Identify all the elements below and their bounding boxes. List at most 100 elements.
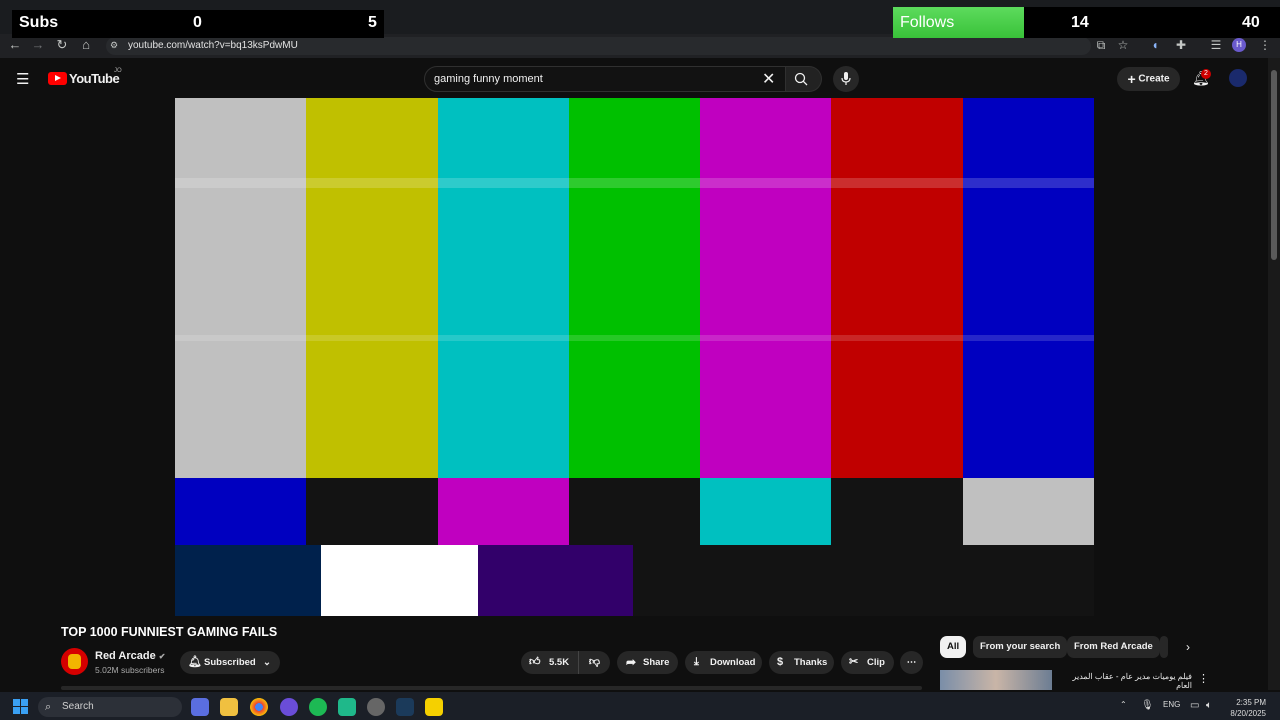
subs-current: 0 bbox=[193, 14, 202, 31]
spotify-icon[interactable] bbox=[309, 698, 327, 716]
thanks-icon: $ bbox=[777, 656, 784, 668]
hamburger-menu-icon[interactable]: ☰ bbox=[16, 70, 29, 88]
search-input[interactable]: gaming funny moment bbox=[424, 66, 786, 92]
profile-initial: H bbox=[1236, 40, 1242, 49]
site-info-icon[interactable]: ⚙ bbox=[110, 40, 118, 51]
network-icon[interactable]: ▭ bbox=[1190, 700, 1199, 711]
clear-search-icon[interactable]: ✕ bbox=[762, 69, 775, 89]
color-bar bbox=[568, 98, 702, 478]
language-indicator[interactable]: ENG bbox=[1163, 700, 1180, 709]
verified-icon: ✔ bbox=[158, 652, 166, 661]
color-bar bbox=[700, 98, 833, 478]
url-field[interactable]: youtube.com/watch?v=bq13ksPdwMU bbox=[106, 37, 1091, 55]
browser-menu-icon[interactable]: ⋮ bbox=[1256, 36, 1274, 54]
search-button[interactable] bbox=[786, 66, 822, 92]
media-icon[interactable]: ◖ bbox=[1146, 36, 1164, 54]
back-icon[interactable]: ← bbox=[6, 36, 24, 54]
account-avatar[interactable] bbox=[1229, 69, 1247, 87]
subs-label: Subs bbox=[19, 14, 59, 31]
clip-label: Clip bbox=[867, 657, 885, 668]
bell-icon: 🔔︎ bbox=[188, 656, 202, 668]
share-icon: ➦ bbox=[626, 655, 637, 669]
recommendation-title[interactable]: فيلم يوميات مدير عام - عقاب المدير العام bbox=[1057, 672, 1192, 690]
like-button[interactable]: 👍︎ 5.5K bbox=[521, 651, 578, 674]
microphone-tray-icon[interactable]: 🎙︎ bbox=[1141, 700, 1154, 711]
chip-from-channel[interactable]: From Red Arcade bbox=[1067, 636, 1160, 658]
youtube-logo-text[interactable]: YouTube bbox=[69, 71, 120, 86]
color-bar-bottom bbox=[321, 545, 478, 616]
create-button[interactable]: + Create bbox=[1117, 67, 1180, 91]
windows-start-icon[interactable] bbox=[13, 699, 29, 715]
thanks-button[interactable]: $ Thanks bbox=[769, 651, 834, 674]
taskbar-search[interactable]: ⌕ Search bbox=[38, 697, 182, 717]
recommendation-thumbnail[interactable] bbox=[940, 670, 1052, 690]
download-button[interactable]: ⤓ Download bbox=[685, 651, 762, 674]
youtube-logo-icon[interactable] bbox=[48, 72, 67, 85]
color-bar bbox=[306, 98, 439, 478]
subscriber-count: 5.02M subscribers bbox=[95, 665, 165, 675]
chevron-down-icon: ⌄ bbox=[263, 657, 271, 668]
color-bar-bottom bbox=[633, 545, 1094, 616]
chrome-icon[interactable] bbox=[250, 698, 268, 716]
like-count: 5.5K bbox=[549, 657, 570, 668]
app-icon[interactable] bbox=[338, 698, 356, 716]
color-bar-mid bbox=[437, 478, 570, 545]
channel-avatar[interactable] bbox=[61, 648, 88, 675]
clock-time: 2:35 PM bbox=[1236, 698, 1266, 707]
bookmark-star-icon[interactable]: ☆ bbox=[1114, 36, 1132, 54]
tray-chevron-icon[interactable]: ⌃ bbox=[1120, 700, 1127, 709]
reading-list-icon[interactable]: ☰ bbox=[1207, 36, 1225, 54]
follows-current: 14 bbox=[1071, 14, 1089, 31]
color-bar-mid bbox=[962, 478, 1094, 545]
reload-icon[interactable]: ↻ bbox=[53, 36, 71, 54]
task-view-icon[interactable] bbox=[191, 698, 209, 716]
video-player[interactable] bbox=[175, 98, 1094, 616]
clip-button[interactable]: ✂ Clip bbox=[841, 651, 894, 674]
download-label: Download bbox=[710, 657, 756, 668]
follows-label: Follows bbox=[900, 14, 955, 31]
voice-search-button[interactable] bbox=[833, 66, 859, 92]
color-bar-mid bbox=[175, 478, 308, 545]
recommendation-more-icon[interactable]: ⋮ bbox=[1198, 672, 1209, 685]
profile-avatar[interactable]: H bbox=[1232, 38, 1246, 52]
color-bar-mid bbox=[831, 478, 964, 545]
chip-partial[interactable] bbox=[1160, 636, 1168, 658]
more-actions-button[interactable]: ⋯ bbox=[900, 651, 923, 674]
more-horizontal-icon: ⋯ bbox=[906, 657, 917, 668]
scrollbar-thumb[interactable] bbox=[1271, 70, 1277, 260]
forward-icon[interactable]: → bbox=[29, 36, 47, 54]
color-bar-mid bbox=[700, 478, 833, 545]
file-explorer-icon[interactable] bbox=[220, 698, 238, 716]
dislike-button[interactable]: 👎︎ bbox=[578, 651, 610, 674]
obs-icon[interactable] bbox=[367, 698, 385, 716]
plus-icon: + bbox=[1127, 71, 1136, 87]
follows-goal: 40 bbox=[1242, 14, 1260, 31]
steam-icon[interactable] bbox=[396, 698, 414, 716]
thumbs-up-icon: 👍︎ bbox=[529, 656, 541, 668]
scissors-icon: ✂ bbox=[849, 656, 859, 668]
extensions-icon[interactable]: ✚ bbox=[1172, 36, 1190, 54]
subscribed-button[interactable]: 🔔︎ Subscribed ⌄ bbox=[180, 651, 280, 674]
video-title: TOP 1000 FUNNIEST GAMING FAILS bbox=[61, 625, 278, 639]
app-icon-yellow[interactable] bbox=[425, 698, 443, 716]
channel-name[interactable]: Red Arcade ✔ bbox=[95, 650, 166, 662]
chevron-right-icon[interactable]: › bbox=[1186, 640, 1190, 654]
chip-from-your-search[interactable]: From your search bbox=[973, 636, 1068, 658]
subs-goal: 5 bbox=[368, 14, 377, 31]
clock-date: 8/20/2025 bbox=[1230, 709, 1266, 718]
clock[interactable]: 2:35 PM 8/20/2025 bbox=[1228, 697, 1266, 719]
share-button[interactable]: ➦ Share bbox=[617, 651, 678, 674]
chip-all[interactable]: All bbox=[940, 636, 967, 658]
taskbar-search-label: Search bbox=[62, 701, 94, 712]
volume-icon[interactable]: 🔈︎ bbox=[1206, 700, 1212, 711]
home-icon[interactable]: ⌂ bbox=[77, 36, 95, 54]
description-box[interactable] bbox=[61, 686, 922, 690]
static-streak bbox=[175, 178, 1094, 188]
discord-icon[interactable] bbox=[280, 698, 298, 716]
thumbs-down-icon: 👎︎ bbox=[588, 656, 601, 668]
country-code: JO bbox=[114, 68, 122, 74]
notification-badge: 2 bbox=[1201, 69, 1211, 79]
install-icon[interactable]: ⧉ bbox=[1092, 36, 1110, 54]
channel-name-text: Red Arcade bbox=[95, 650, 156, 662]
thanks-label: Thanks bbox=[794, 657, 828, 668]
